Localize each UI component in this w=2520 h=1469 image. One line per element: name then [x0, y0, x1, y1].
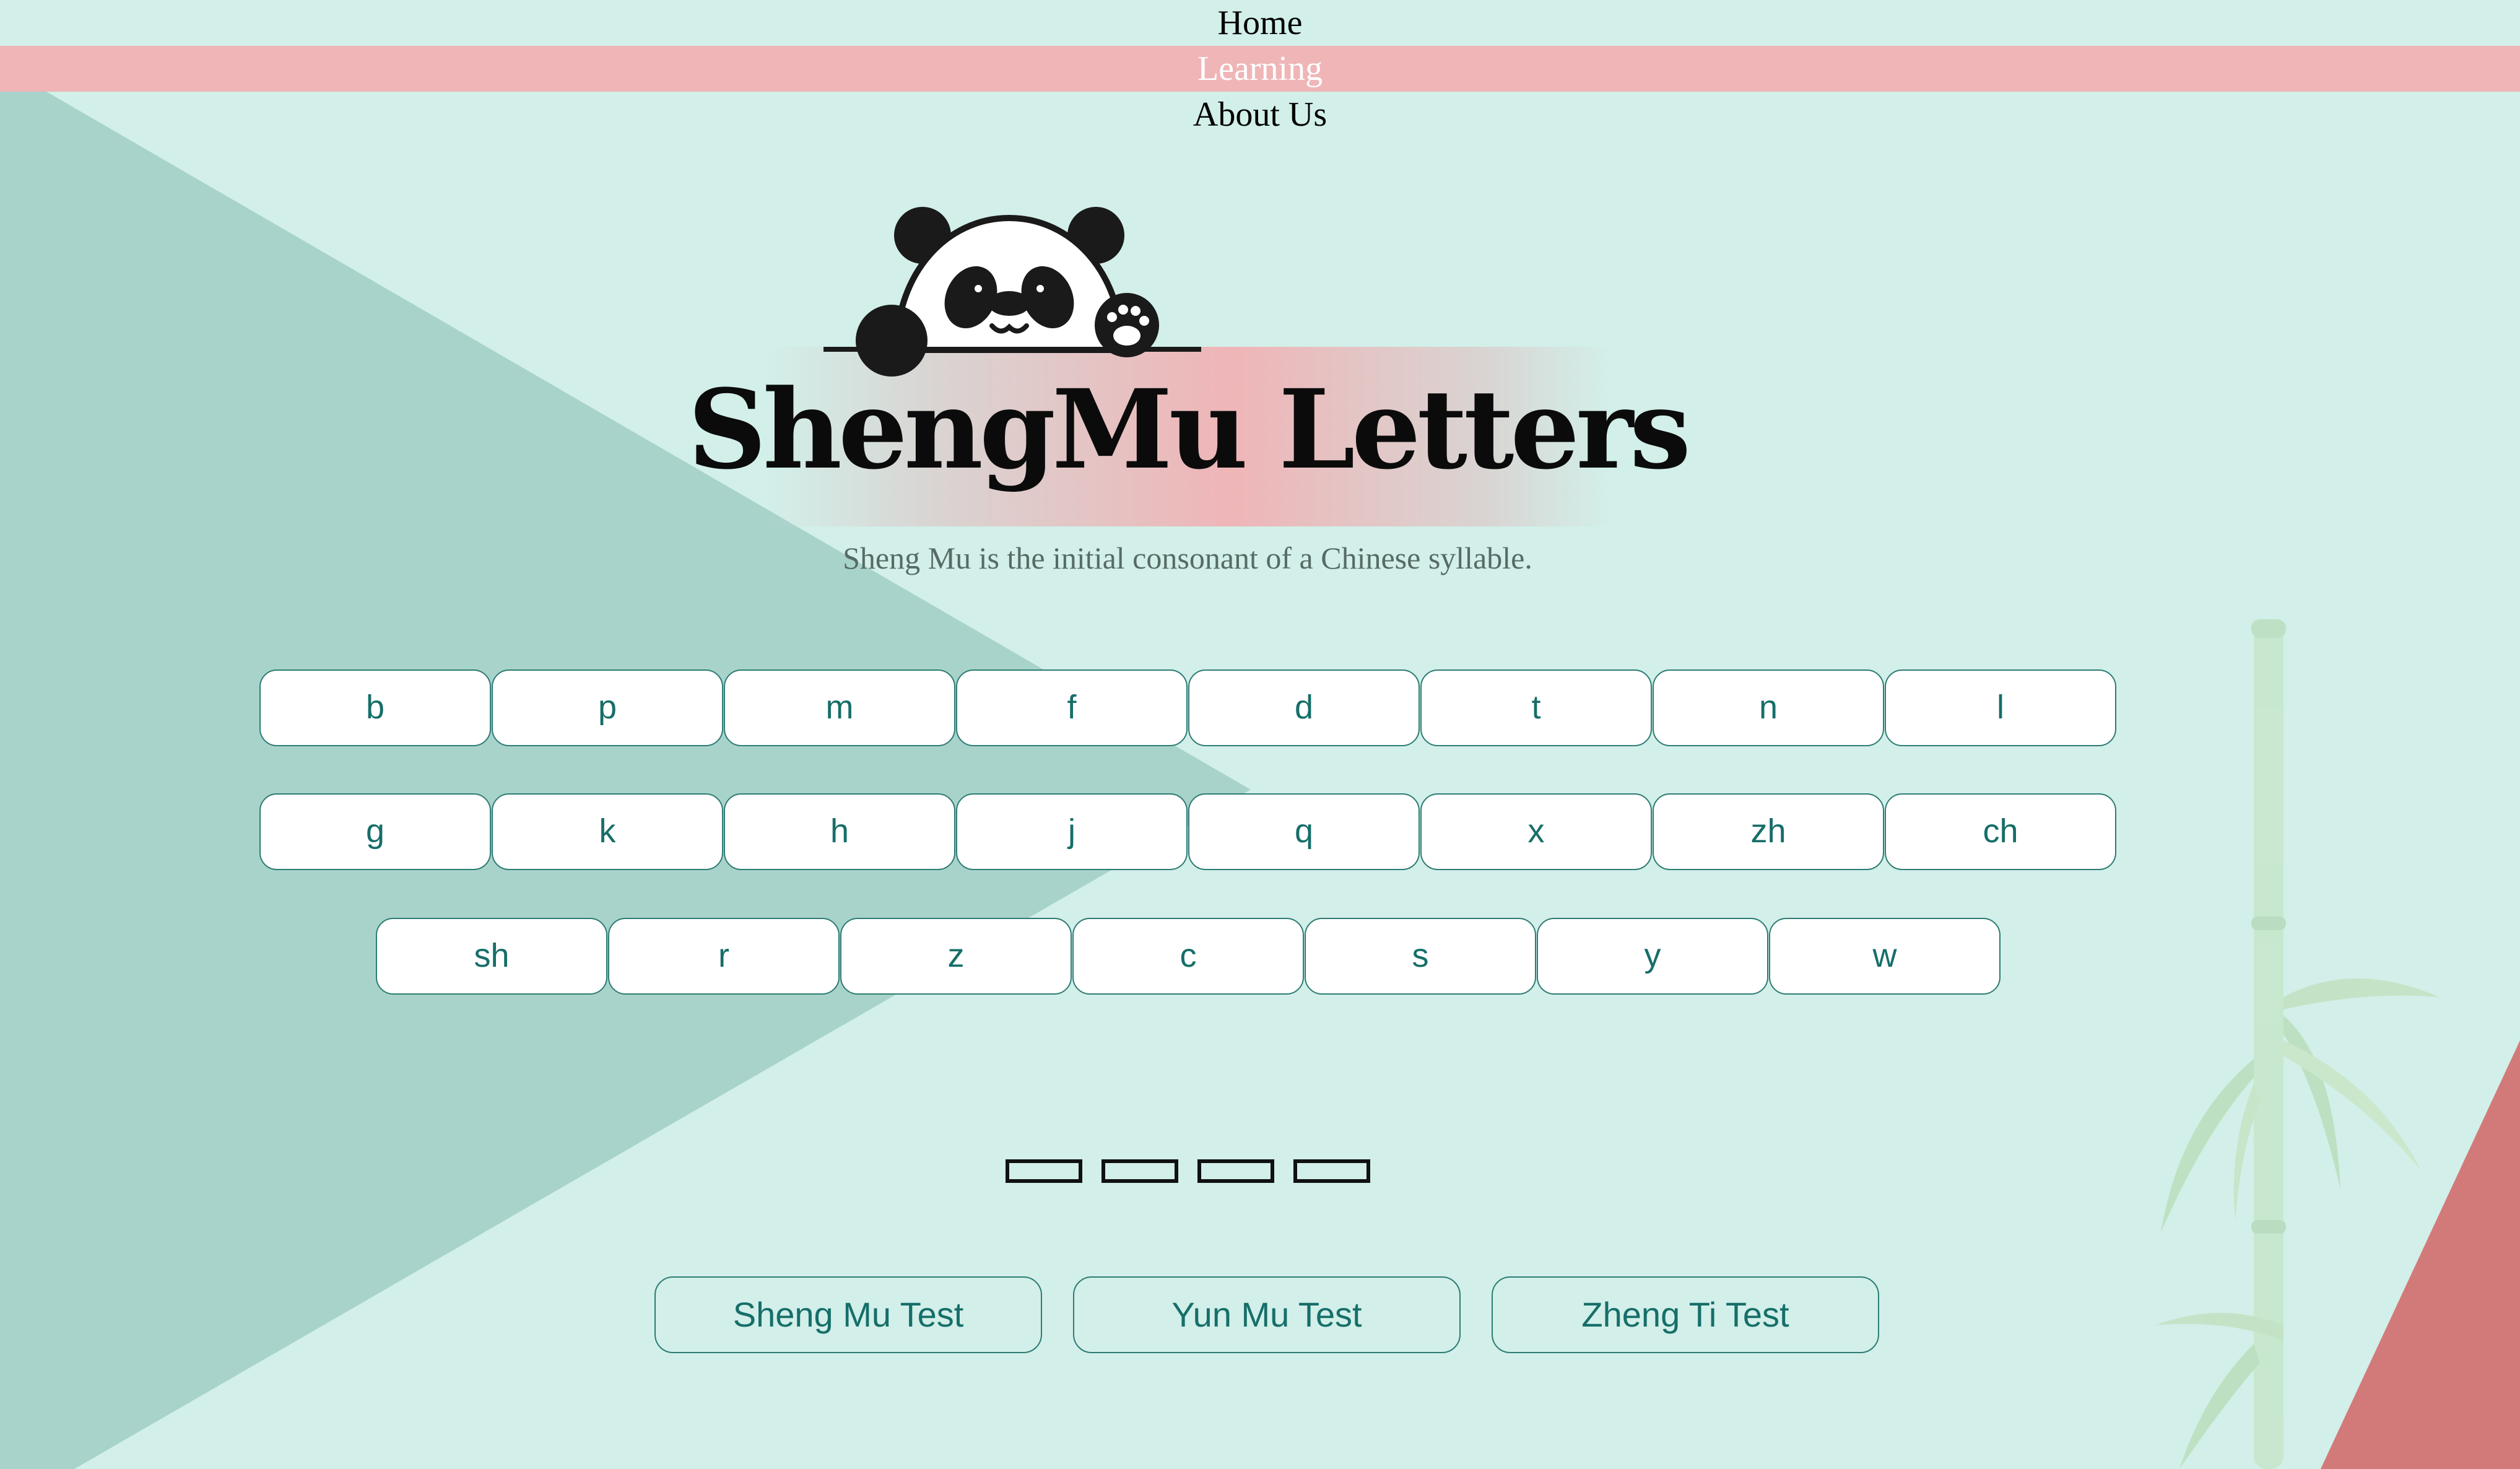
letter-row-3: sh r z c s y w [376, 918, 2001, 995]
letter-button-f[interactable]: f [956, 669, 1188, 746]
page-indicator-2[interactable] [1101, 1159, 1178, 1183]
page-indicator-4[interactable] [1293, 1159, 1370, 1183]
zheng-ti-test-button[interactable]: Zheng Ti Test [1492, 1276, 1879, 1353]
panda-logo-icon [823, 207, 1201, 377]
page-indicator-3[interactable] [1197, 1159, 1274, 1183]
letter-button-r[interactable]: r [608, 918, 840, 995]
letter-button-s[interactable]: s [1305, 918, 1536, 995]
letter-row-1: b p m f d t n l [259, 669, 2117, 746]
letter-button-c[interactable]: c [1072, 918, 1304, 995]
letter-row-2: g k h j q x zh ch [259, 793, 2117, 870]
letter-button-m[interactable]: m [724, 669, 955, 746]
letter-button-d[interactable]: d [1188, 669, 1420, 746]
letter-button-ch[interactable]: ch [1885, 793, 2116, 870]
letter-button-sh[interactable]: sh [376, 918, 607, 995]
letter-button-h[interactable]: h [724, 793, 955, 870]
page-subtitle: Sheng Mu is the initial consonant of a C… [843, 541, 1532, 575]
letter-button-x[interactable]: x [1420, 793, 1652, 870]
sheng-mu-test-button[interactable]: Sheng Mu Test [654, 1276, 1042, 1353]
test-buttons: Sheng Mu Test Yun Mu Test Zheng Ti Test [654, 1276, 1910, 1353]
letter-button-zh[interactable]: zh [1653, 793, 1884, 870]
letter-button-g[interactable]: g [259, 793, 491, 870]
nav-about-us[interactable]: About Us [0, 92, 2520, 137]
bamboo-decoration-icon [2155, 619, 2440, 1469]
letter-button-b[interactable]: b [259, 669, 491, 746]
letter-button-w[interactable]: w [1769, 918, 2001, 995]
yun-mu-test-button[interactable]: Yun Mu Test [1073, 1276, 1461, 1353]
nav-home[interactable]: Home [0, 0, 2520, 46]
letter-button-k[interactable]: k [492, 793, 723, 870]
letter-button-y[interactable]: y [1537, 918, 1768, 995]
letter-button-t[interactable]: t [1420, 669, 1652, 746]
pagination [1006, 1159, 1389, 1183]
letter-button-q[interactable]: q [1188, 793, 1420, 870]
page-indicator-1[interactable] [1006, 1159, 1082, 1183]
page-title: ShengMu Letters [687, 365, 1691, 494]
letter-button-n[interactable]: n [1653, 669, 1884, 746]
letter-button-z[interactable]: z [840, 918, 1072, 995]
letter-button-j[interactable]: j [956, 793, 1188, 870]
main-nav: Home Learning About Us [0, 0, 2520, 137]
letter-button-l[interactable]: l [1885, 669, 2116, 746]
letter-button-p[interactable]: p [492, 669, 723, 746]
nav-learning[interactable]: Learning [0, 46, 2520, 92]
